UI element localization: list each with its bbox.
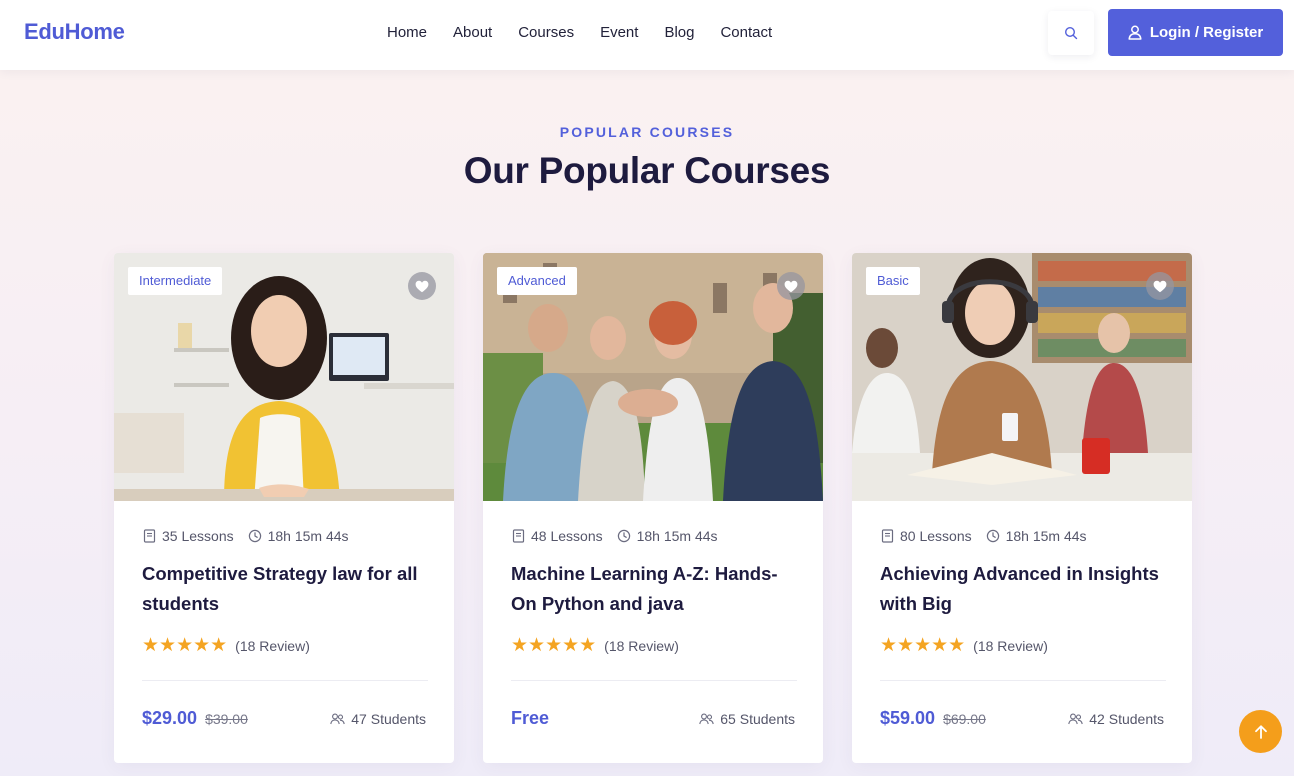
course-duration: 18h 15m 44s [986,528,1087,544]
duration-label: 18h 15m 44s [636,528,718,544]
section-kicker: POPULAR COURSES [559,124,735,140]
course-old-price: $39.00 [205,711,248,727]
star-rating-icon: ★★★★★ [142,635,228,656]
course-image[interactable]: Basic [852,253,1192,501]
scroll-to-top-button[interactable] [1239,710,1282,753]
course-meta: 35 Lessons 18h 15m 44s [143,528,349,544]
card-divider [142,680,428,681]
students-icon [330,713,346,725]
students-label: 42 Students [1089,711,1164,727]
favorite-button[interactable] [777,272,805,300]
heart-icon [1153,280,1167,292]
students-icon [699,713,715,725]
book-icon [143,529,156,543]
students-count: 65 Students [699,711,795,727]
students-label: 47 Students [351,711,426,727]
course-image[interactable]: Intermediate [114,253,454,501]
arrow-up-icon [1254,724,1267,739]
course-old-price: $69.00 [943,711,986,727]
star-rating-icon: ★★★★★ [880,635,966,656]
course-meta: 80 Lessons 18h 15m 44s [881,528,1087,544]
course-rating: ★★★★★ (18 Review) [511,634,679,657]
students-icon [1068,713,1084,725]
search-button[interactable] [1048,11,1094,55]
level-badge: Intermediate [128,267,223,295]
course-image[interactable]: Advanced [483,253,823,501]
review-count: (18 Review) [235,637,310,654]
level-badge: Advanced [497,267,577,295]
nav-contact[interactable]: Contact [707,24,785,44]
user-icon [1128,25,1142,40]
course-meta: 48 Lessons 18h 15m 44s [512,528,718,544]
card-divider [511,680,797,681]
nav-event[interactable]: Event [587,24,651,44]
nav-courses[interactable]: Courses [505,24,587,44]
course-rating: ★★★★★ (18 Review) [142,634,310,657]
course-title[interactable]: Achieving Advanced in Insights with Big [880,559,1170,619]
course-title[interactable]: Competitive Strategy law for all student… [142,559,432,619]
course-price: $59.00 [880,708,936,728]
main-nav: Home About Courses Event Blog Contact [374,24,785,44]
students-count: 47 Students [330,711,426,727]
card-divider [880,680,1166,681]
heart-icon [784,280,798,292]
price-row: $59.00 $69.00 [880,708,986,729]
book-icon [512,529,525,543]
site-logo[interactable]: EduHome [24,19,125,45]
course-card[interactable]: Basic 80 Lessons 18h 15m 44s Achieving A… [852,253,1192,763]
nav-about[interactable]: About [440,24,505,44]
course-duration: 18h 15m 44s [248,528,349,544]
lessons-label: 80 Lessons [900,528,972,544]
lessons-count: 80 Lessons [881,528,972,544]
login-register-label: Login / Register [1149,24,1264,41]
level-badge: Basic [866,267,920,295]
course-card[interactable]: Intermediate 35 Lessons 18h 15m 44s Comp… [114,253,454,763]
favorite-button[interactable] [1146,272,1174,300]
section-title: Our Popular Courses [463,150,831,191]
heart-icon [415,280,429,292]
duration-label: 18h 15m 44s [267,528,349,544]
course-duration: 18h 15m 44s [617,528,718,544]
nav-home[interactable]: Home [374,24,440,44]
search-icon [1064,26,1078,40]
lessons-label: 48 Lessons [531,528,603,544]
lessons-count: 48 Lessons [512,528,603,544]
review-count: (18 Review) [604,637,679,654]
course-title[interactable]: Machine Learning A-Z: Hands-On Python an… [511,559,801,619]
lessons-count: 35 Lessons [143,528,234,544]
price-row: $29.00 $39.00 [142,708,248,729]
review-count: (18 Review) [973,637,1048,654]
star-rating-icon: ★★★★★ [511,635,597,656]
clock-icon [986,529,999,543]
clock-icon [248,529,261,543]
course-card[interactable]: Advanced 48 Lessons 18h 15m 44s Machine … [483,253,823,763]
students-count: 42 Students [1068,711,1164,727]
duration-label: 18h 15m 44s [1005,528,1087,544]
lessons-label: 35 Lessons [162,528,234,544]
clock-icon [617,529,630,543]
book-icon [881,529,894,543]
course-price: Free [511,708,550,728]
favorite-button[interactable] [408,272,436,300]
nav-blog[interactable]: Blog [651,24,707,44]
site-header: EduHome Home About Courses Event Blog Co… [0,0,1294,70]
course-rating: ★★★★★ (18 Review) [880,634,1048,657]
students-label: 65 Students [720,711,795,727]
price-row: Free [511,708,557,729]
course-price: $29.00 [142,708,198,728]
login-register-button[interactable]: Login / Register [1108,9,1283,56]
